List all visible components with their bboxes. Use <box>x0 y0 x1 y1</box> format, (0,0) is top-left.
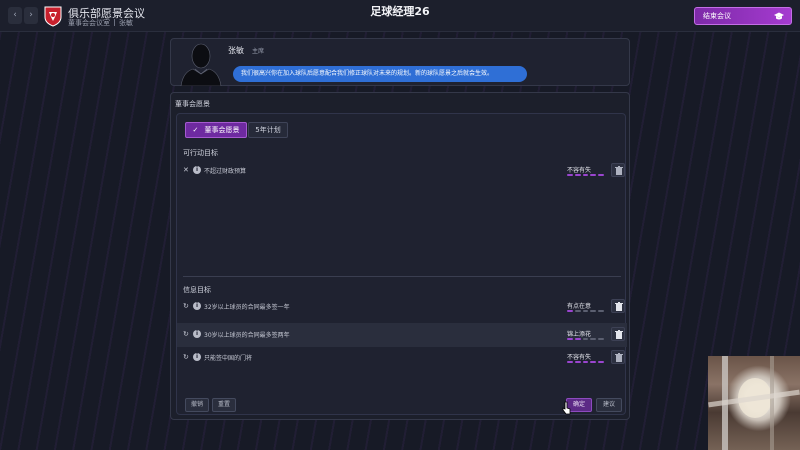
breadcrumb-person[interactable]: 张敏 <box>119 19 133 27</box>
webcam-bar <box>770 356 774 450</box>
goal-text: 只能签中国的门将 <box>204 355 253 362</box>
breadcrumb: 董事会会议室 张敏 <box>68 18 133 28</box>
importance-selector[interactable]: 不容有失 <box>566 350 606 365</box>
webcam-overlay <box>708 356 800 450</box>
trash-icon <box>615 353 623 362</box>
chairman-role: 主席 <box>252 48 265 55</box>
delete-button[interactable] <box>611 163 625 177</box>
importance-bar <box>567 361 604 363</box>
chairman-panel: 张敏 主席 我们很高兴你在加入球队后愿意配合我们修正球队对未来的规划。新的球队愿… <box>170 38 630 86</box>
refresh-icon: ↻ <box>183 302 189 310</box>
mouse-cursor-icon <box>562 401 571 415</box>
importance-selector[interactable]: 不容有失 <box>566 163 606 178</box>
goal-row[interactable]: ↻ i 只能签中国的门将 不容有失 <box>183 348 625 368</box>
importance-label: 不容有失 <box>567 354 592 361</box>
speech-bubble: 我们很高兴你在加入球队后愿意配合我们修正球队对未来的规划。新的球队愿景之后就会生… <box>233 66 527 82</box>
board-vision-panel: 董事会愿景 ✓ 董事会愿景 5年计划 可行动目标 ✕ i 不超过财政预算 不容有… <box>170 92 630 420</box>
actionable-goals-title: 可行动目标 <box>183 149 218 157</box>
importance-label: 不容有失 <box>567 167 592 174</box>
goal-text: 30岁以上球员的合同最多签两年 <box>204 332 290 339</box>
importance-label: 锦上添花 <box>567 331 592 338</box>
trash-icon <box>615 302 623 311</box>
suggest-button[interactable]: 建议 <box>596 398 622 412</box>
goal-text: 不超过财政预算 <box>204 168 247 175</box>
chairman-avatar <box>180 43 222 86</box>
tab-label: 董事会愿景 <box>204 126 240 134</box>
section-divider <box>183 276 621 277</box>
delete-button[interactable] <box>611 299 625 313</box>
goal-row[interactable]: ✕ i 不超过财政预算 不容有失 <box>183 161 625 181</box>
refresh-icon: ↻ <box>183 353 189 361</box>
locked-cross-icon: ✕ <box>183 166 189 174</box>
importance-selector[interactable]: 有点在意 <box>566 299 606 314</box>
importance-bar <box>567 338 604 340</box>
tab-five-year-plan[interactable]: 5年计划 <box>248 122 288 138</box>
importance-label: 有点在意 <box>567 303 592 310</box>
importance-bar <box>567 174 604 176</box>
delete-button[interactable] <box>611 327 625 341</box>
end-meeting-label: 结束会议 <box>703 12 731 20</box>
info-icon[interactable]: i <box>193 302 201 310</box>
info-icon[interactable]: i <box>193 330 201 338</box>
trash-icon <box>615 166 623 175</box>
vision-content: ✓ 董事会愿景 5年计划 可行动目标 ✕ i 不超过财政预算 不容有失 信息目标… <box>176 113 627 415</box>
info-goals-title: 信息目标 <box>183 286 211 294</box>
end-meeting-button[interactable]: 结束会议 <box>694 7 792 25</box>
tab-board-vision[interactable]: ✓ 董事会愿景 <box>185 122 247 138</box>
graduation-cap-icon <box>774 12 784 20</box>
game-title: 足球经理26 <box>370 5 430 18</box>
goal-text: 32岁以上球员的合同最多签一年 <box>204 304 290 311</box>
reset-button[interactable]: 重置 <box>212 398 236 412</box>
undo-button[interactable]: 撤销 <box>185 398 209 412</box>
top-bar: ‹ › 俱乐部愿景会议 董事会会议室 张敏 足球经理26 结束会议 <box>0 0 800 32</box>
importance-selector[interactable]: 锦上添花 <box>566 327 606 342</box>
importance-bar <box>567 310 604 312</box>
trash-icon <box>615 330 623 339</box>
breadcrumb-room[interactable]: 董事会会议室 <box>68 19 110 27</box>
info-icon[interactable]: i <box>193 166 201 174</box>
goal-row-highlighted[interactable]: ↻ i 30岁以上球员的合同最多签两年 锦上添花 <box>177 323 627 347</box>
panel-title: 董事会愿景 <box>175 100 210 108</box>
check-icon: ✓ <box>192 126 199 134</box>
goal-row[interactable]: ↻ i 32岁以上球员的合同最多签一年 有点在意 <box>183 297 625 317</box>
delete-button[interactable] <box>611 350 625 364</box>
info-icon[interactable]: i <box>193 353 201 361</box>
chairman-name: 张敏 <box>228 46 244 55</box>
refresh-icon: ↻ <box>183 330 189 338</box>
